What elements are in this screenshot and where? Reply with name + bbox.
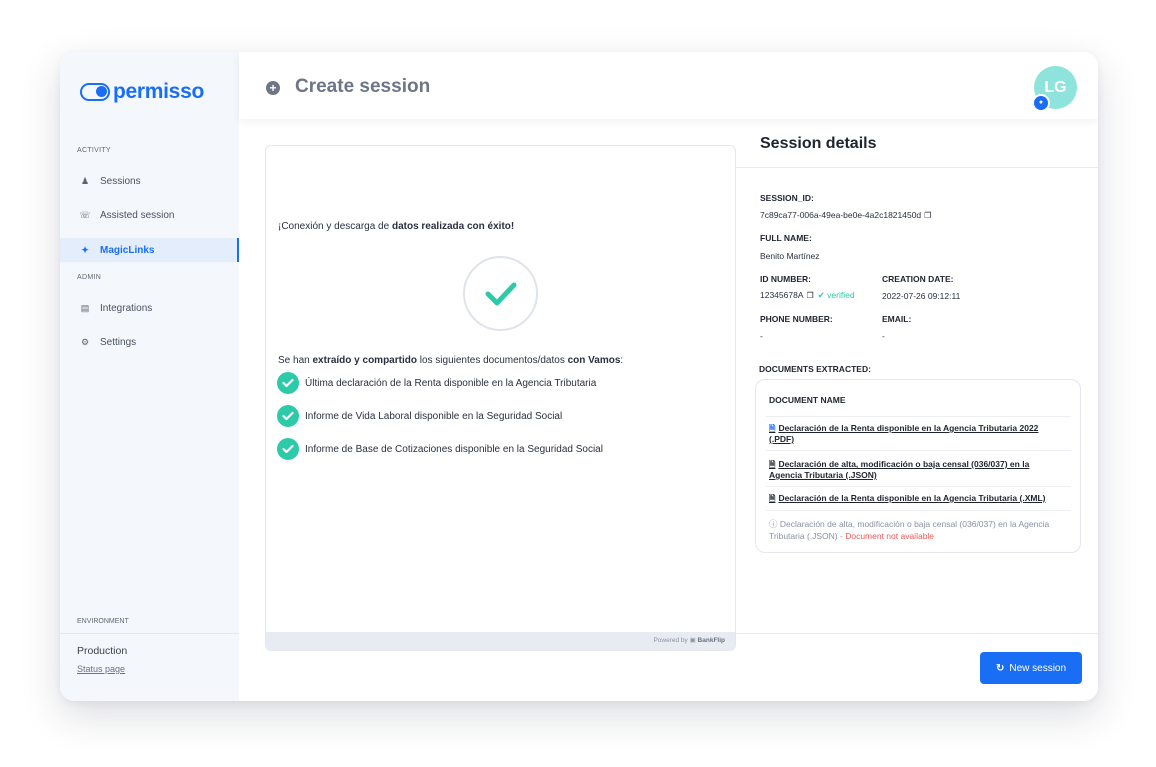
verified-text: verified [827, 290, 855, 300]
sidebar-item-label: MagicLinks [100, 244, 155, 256]
check-circle-icon: ✔ [817, 290, 825, 300]
divider [766, 486, 1071, 487]
divider [766, 416, 1071, 417]
check-circle-icon [277, 438, 299, 460]
file-icon: 🗎 [769, 460, 776, 469]
new-session-button[interactable]: ↻ New session [980, 652, 1082, 684]
shared-bold: extraído y compartido [312, 355, 417, 366]
full-name-label: FULL NAME: [760, 233, 812, 243]
checkmark-icon [485, 282, 517, 306]
document-link[interactable]: 🗎 Declaración de la Renta disponible en l… [769, 493, 1064, 504]
sidebar-item-integrations[interactable]: ▤ Integrations [60, 296, 239, 320]
id-number-text: 12345678A [760, 290, 804, 300]
unavailable-document: ⓘ Declaración de alta, modificación o ba… [769, 518, 1059, 542]
logo-toggle-icon [80, 83, 110, 101]
phone-value: - [760, 331, 763, 341]
gear-icon: ⚙ [80, 336, 90, 347]
status-page-link[interactable]: Status page [77, 664, 125, 674]
sidebar-item-label: Sessions [100, 175, 141, 187]
environment-name: Production [77, 645, 128, 657]
divider [60, 633, 239, 634]
shared-prefix: Se han [278, 355, 313, 366]
lock-icon: ● [1032, 94, 1050, 112]
section-label-admin: ADMIN [77, 274, 102, 281]
check-circle-icon [277, 405, 299, 427]
shared-message: Se han extraído y compartido los siguien… [278, 355, 623, 366]
divider [766, 510, 1071, 511]
app-window: permisso ACTIVITY ♟ Sessions ☏ Assisted … [60, 52, 1098, 701]
page-title: Create session [295, 76, 431, 97]
new-session-label: New session [1009, 662, 1067, 674]
divider [736, 167, 1098, 168]
pdf-file-icon: 🗎 [769, 424, 776, 433]
document-name: Declaración de alta, modificación o baja… [769, 459, 1030, 480]
check-circle-icon [277, 372, 299, 394]
permisso-logo[interactable]: permisso [80, 80, 204, 104]
database-icon: ▤ [80, 302, 90, 313]
list-item: Última declaración de la Renta disponibl… [277, 372, 596, 394]
magic-wand-icon: ✦ [81, 244, 89, 255]
bankflip-panel: ¡Conexión y descarga de datos realizada … [265, 145, 736, 651]
shared-middle: los siguientes documentos/datos [416, 355, 568, 366]
document-name: Declaración de la Renta disponible en la… [778, 493, 1046, 503]
sidebar-item-sessions[interactable]: ♟ Sessions [60, 169, 239, 193]
documents-extracted-label: DOCUMENTS EXTRACTED: [759, 364, 871, 374]
full-name-value: Benito Martínez [760, 251, 820, 261]
shared-suffix: : [620, 355, 624, 366]
copy-icon[interactable]: ❐ [807, 291, 814, 300]
email-value: - [882, 331, 885, 341]
creation-date-label: CREATION DATE: [882, 274, 954, 284]
success-message: ¡Conexión y descarga de datos realizada … [278, 221, 514, 232]
list-item: Informe de Vida Laboral disponible en la… [277, 405, 562, 427]
user-icon: ♟ [80, 175, 90, 186]
list-item-label: Informe de Vida Laboral disponible en la… [305, 410, 563, 422]
list-item: Informe de Base de Cotizaciones disponib… [277, 438, 603, 460]
id-number-label: ID NUMBER: [760, 274, 811, 284]
list-item-label: Última declaración de la Renta disponibl… [305, 377, 597, 389]
success-prefix: ¡Conexión y descarga de [278, 221, 392, 232]
session-details-title: Session details [760, 135, 877, 152]
plus-circle-icon: + [266, 81, 280, 95]
document-link[interactable]: 🗎 Declaración de la Renta disponible en l… [769, 423, 1064, 445]
powered-by-label: Powered by [653, 637, 688, 644]
sidebar-item-magiclinks[interactable]: ✦ MagicLinks [60, 238, 239, 262]
id-number-value: 12345678A ❐ ✔ verified [760, 290, 855, 301]
creation-date-value: 2022-07-26 09:12:11 [882, 291, 961, 301]
phone-label: PHONE NUMBER: [760, 314, 833, 324]
verified-badge: ✔ verified [818, 290, 855, 300]
copy-icon[interactable]: ❐ [924, 211, 931, 220]
success-check-circle [463, 256, 538, 331]
shared-bold2: con Vamos [567, 355, 621, 366]
section-label-activity: ACTIVITY [77, 147, 111, 154]
sidebar-item-assisted-session[interactable]: ☏ Assisted session [60, 203, 239, 227]
refresh-icon: ↻ [995, 662, 1005, 674]
success-bold: datos realizada con éxito! [391, 221, 515, 232]
divider [766, 450, 1071, 451]
powered-by-footer: Powered by ▣ BankFlip [266, 632, 735, 650]
sidebar-item-label: Assisted session [100, 209, 175, 221]
sidebar-item-label: Integrations [100, 302, 153, 314]
column-header-document-name: DOCUMENT NAME [769, 395, 846, 405]
session-id-label: SESSION_ID: [760, 193, 814, 203]
top-header: + Create session LG ● [239, 52, 1098, 119]
info-icon: ⓘ [769, 519, 778, 529]
list-item-label: Informe de Base de Cotizaciones disponib… [305, 443, 603, 455]
bankflip-logo-icon: ▣ [689, 637, 696, 644]
sidebar-item-label: Settings [100, 336, 137, 348]
document-name: Declaración de la Renta disponible en la… [769, 423, 1039, 444]
session-id-text: 7c89ca77-006a-49ea-be0e-4a2c1821450d [760, 210, 922, 220]
powered-brand: BankFlip [697, 637, 725, 644]
document-link[interactable]: 🗎 Declaración de alta, modificación o baj… [769, 459, 1064, 481]
logo-text: permisso [113, 80, 204, 103]
sidebar-item-settings[interactable]: ⚙ Settings [60, 330, 239, 354]
email-label: EMAIL: [882, 314, 912, 324]
document-status: Document not available [845, 531, 935, 541]
sidebar: permisso ACTIVITY ♟ Sessions ☏ Assisted … [60, 52, 239, 701]
environment-label: ENVIRONMENT [77, 618, 129, 625]
file-icon: 🗎 [769, 494, 776, 503]
headset-icon: ☏ [79, 209, 91, 220]
divider [736, 633, 1098, 634]
session-id-value: 7c89ca77-006a-49ea-be0e-4a2c1821450d ❐ [760, 210, 931, 220]
documents-table: DOCUMENT NAME 🗎 Declaración de la Renta d… [755, 379, 1081, 553]
